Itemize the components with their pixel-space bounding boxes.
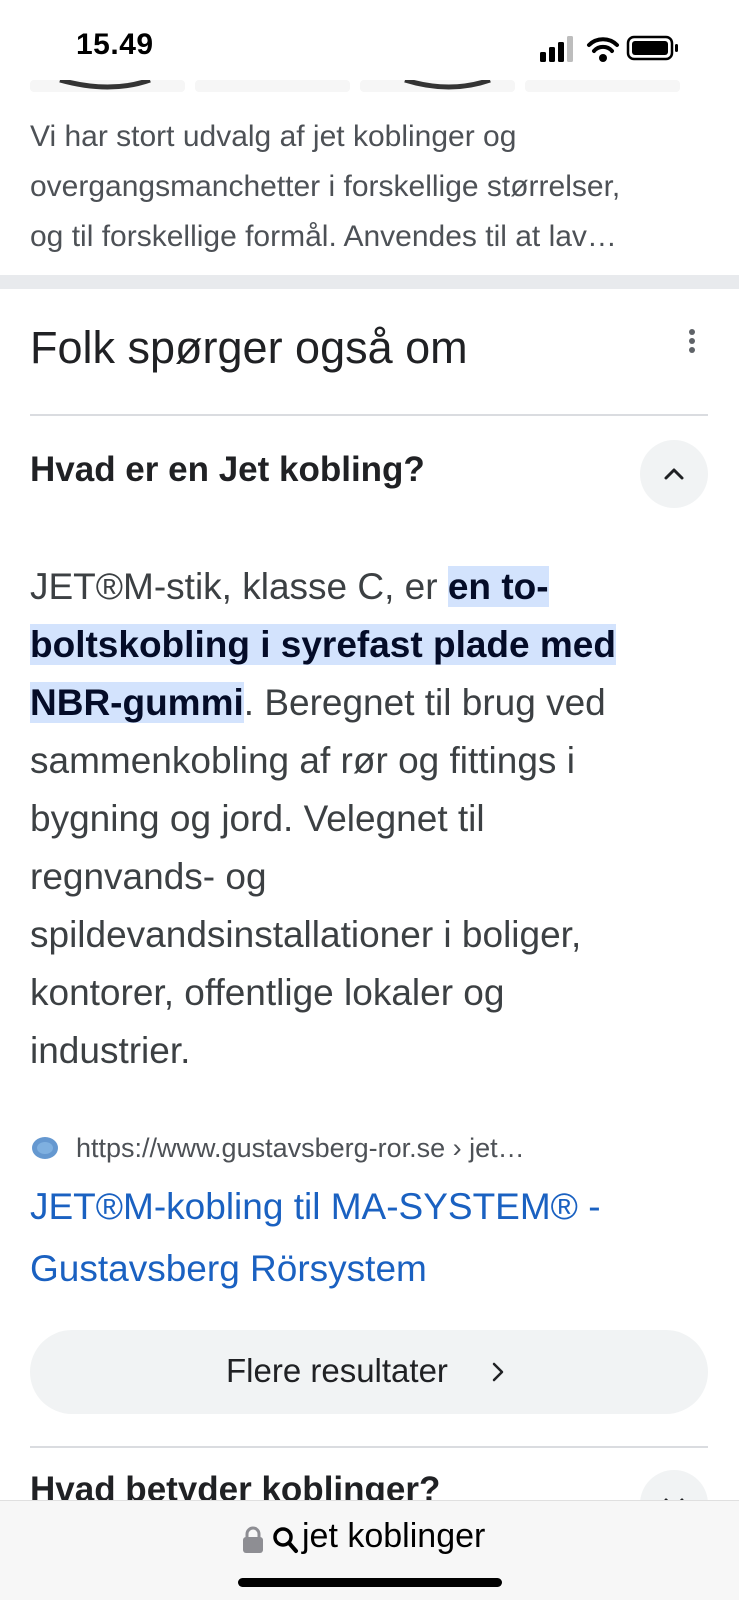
- section-divider: [0, 275, 739, 289]
- answer-line: bygning og jord. Velegnet til: [30, 798, 485, 839]
- snippet-line: Vi har stort udvalg af jet koblinger og: [30, 120, 517, 153]
- chevron-right-icon: [492, 1362, 504, 1382]
- answer-text: . Beregnet til brug ved: [243, 682, 606, 723]
- answer-highlight: NBR-gummi: [30, 682, 244, 723]
- answer-line: boltskobling i syrefast plade med: [30, 616, 720, 674]
- more-results-button[interactable]: Flere resultater: [30, 1330, 708, 1414]
- snippet-line: og til forskellige formål. Anvendes til …: [30, 220, 617, 253]
- answer-line: JET®M-stik, klasse C, er en to-: [30, 558, 720, 616]
- status-bar: 15.49: [0, 0, 739, 80]
- answer-line: NBR-gummi. Beregnet til brug ved: [30, 674, 720, 732]
- home-indicator: [238, 1578, 502, 1587]
- answer-line: sammenkobling af rør og fittings i: [30, 740, 575, 781]
- address-text[interactable]: jet koblinger: [302, 1517, 485, 1556]
- answer-line: industrier.: [30, 1030, 191, 1071]
- result-title-link[interactable]: JET®M-kobling til MA-SYSTEM® - Gustavsbe…: [30, 1176, 720, 1300]
- answer-text: JET®M-stik, klasse C, er: [30, 566, 448, 607]
- paa-answer: JET®M-stik, klasse C, er en to- boltskob…: [30, 558, 720, 1080]
- favicon-icon: [32, 1137, 58, 1159]
- divider: [30, 1446, 708, 1448]
- answer-line: spildevandsinstallationer i boliger,: [30, 914, 582, 955]
- answer-line: kontorer, offentlige lokaler og: [30, 972, 505, 1013]
- chevron-up-icon: [664, 468, 684, 480]
- lock-icon: [243, 1526, 263, 1553]
- result-title-line[interactable]: Gustavsberg Rörsystem: [30, 1238, 720, 1300]
- wifi-icon: [587, 37, 619, 62]
- status-icons: [540, 35, 678, 62]
- address-bar[interactable]: jet koblinger: [0, 1500, 739, 1600]
- battery-icon: [626, 35, 678, 61]
- search-icon: [273, 1527, 298, 1553]
- snippet-line: overgangsmanchetter i forskellige større…: [30, 170, 621, 203]
- collapse-button[interactable]: [640, 440, 708, 508]
- more-vert-icon[interactable]: [682, 328, 702, 358]
- signal-icon: [540, 36, 573, 62]
- answer-line: regnvands- og: [30, 856, 267, 897]
- people-also-ask-title: Folk spørger også om: [30, 322, 468, 373]
- paa-question[interactable]: Hvad er en Jet kobling?: [30, 450, 425, 490]
- status-time: 15.49: [76, 28, 154, 61]
- search-results-page: 15.49 Vi har stort udvalg af jet kobling…: [0, 0, 739, 1600]
- more-results-label: Flere resultater: [226, 1352, 448, 1389]
- result-snippet: Vi har stort udvalg af jet koblinger og …: [30, 112, 720, 262]
- result-title-line[interactable]: JET®M-kobling til MA-SYSTEM® -: [30, 1176, 720, 1238]
- answer-highlight: boltskobling i syrefast plade med: [30, 624, 616, 665]
- divider: [30, 414, 708, 416]
- answer-highlight: en to-: [447, 566, 549, 607]
- image-carousel-strip[interactable]: [30, 80, 710, 92]
- source-url[interactable]: https://www.gustavsberg-ror.se › jet…: [76, 1130, 525, 1166]
